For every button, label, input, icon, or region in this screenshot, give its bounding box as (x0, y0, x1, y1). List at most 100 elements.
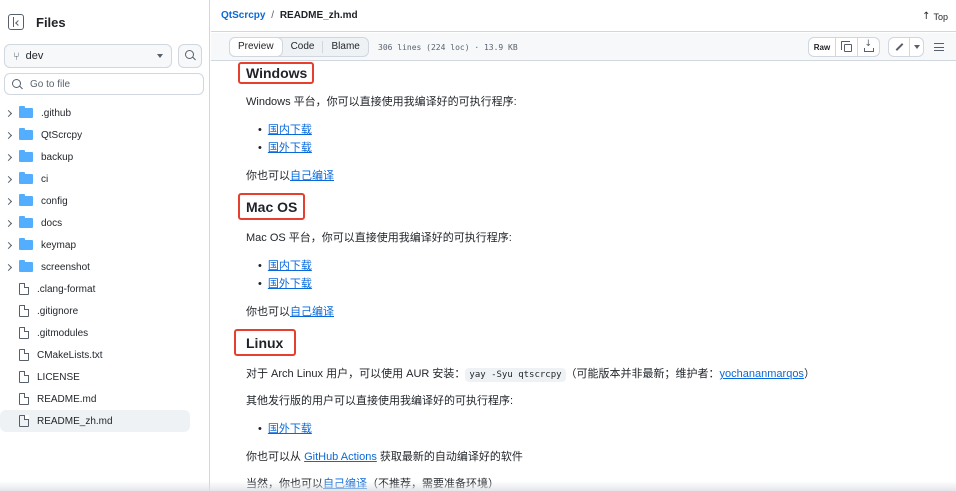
chevron-right-icon[interactable] (4, 219, 13, 227)
heading-windows: Windows (246, 65, 308, 81)
folder-icon (19, 128, 33, 140)
maintainer-link[interactable]: yochananmarqos (720, 368, 804, 380)
list-item: 国内下载 (258, 257, 312, 273)
tree-item-github[interactable]: .github (0, 102, 190, 124)
folder-icon (19, 172, 33, 184)
folder-icon (19, 150, 33, 162)
tree-item-label: ci (41, 173, 49, 185)
collapse-sidebar-icon[interactable] (8, 14, 24, 30)
copy-raw-button[interactable] (836, 37, 858, 57)
search-files-button[interactable] (178, 44, 202, 68)
raw-button[interactable]: Raw (808, 37, 836, 57)
list-item: 国内下载 (258, 121, 312, 137)
tree-item-label: keymap (41, 239, 77, 251)
file-icon (19, 415, 29, 427)
tree-item-docs[interactable]: docs (0, 212, 190, 234)
folder-icon (19, 106, 33, 118)
back-to-top-button[interactable]: ↑ Top (922, 11, 948, 22)
tree-item-ci[interactable]: ci (0, 168, 190, 190)
tab-code[interactable]: Code (283, 38, 323, 56)
tree-item-label: .clang-format (37, 283, 96, 295)
tree-item-label: backup (41, 151, 74, 163)
edit-file-button[interactable] (888, 37, 910, 57)
tree-item-label: screenshot (41, 261, 90, 273)
edit-options-button[interactable] (910, 37, 924, 57)
download-link-domestic[interactable]: 国内下载 (268, 260, 312, 272)
download-link-overseas[interactable]: 国外下载 (268, 142, 312, 154)
text: 对于 Arch Linux 用户，可以使用 AUR 安装： (246, 368, 466, 380)
breadcrumb: QtScrcpy / README_zh.md (221, 10, 358, 21)
tab-preview[interactable]: Preview (229, 37, 283, 57)
tree-item-label: README.md (37, 393, 97, 405)
list-item: 国外下载 (258, 420, 312, 436)
tree-item-cmakelists[interactable]: CMakeLists.txt (0, 344, 190, 366)
tree-item-gitmodules[interactable]: .gitmodules (0, 322, 190, 344)
chevron-right-icon[interactable] (4, 241, 13, 249)
file-actions: Raw (808, 37, 950, 57)
chevron-right-icon[interactable] (4, 263, 13, 271)
chevron-right-icon[interactable] (4, 197, 13, 205)
build-yourself-link[interactable]: 自己编译 (290, 170, 334, 182)
file-icon (19, 393, 29, 405)
tree-item-clang-format[interactable]: .clang-format (0, 278, 190, 300)
tree-item-readme[interactable]: README.md (0, 388, 190, 410)
chevron-right-icon[interactable] (4, 153, 13, 161)
heading-linux: Linux (246, 335, 284, 351)
chevron-right-icon[interactable] (4, 175, 13, 183)
tree-item-gitignore[interactable]: .gitignore (0, 300, 190, 322)
tree-item-label: .gitmodules (37, 327, 89, 339)
file-info: 306 lines (224 loc) · 13.9 KB (378, 43, 518, 52)
download-link-domestic[interactable]: 国内下载 (268, 124, 312, 136)
breadcrumb-repo-link[interactable]: QtScrcpy (221, 10, 265, 21)
folder-icon (19, 194, 33, 206)
text: 你也可以 (246, 306, 290, 318)
search-icon (12, 78, 23, 90)
chevron-right-icon[interactable] (4, 131, 13, 139)
branch-selector[interactable]: ⑂ dev (4, 44, 172, 68)
sidebar-title: Files (36, 14, 66, 30)
file-view: QtScrcpy / README_zh.md ↑ Top Preview Co… (211, 0, 956, 491)
git-branch-icon: ⑂ (13, 49, 20, 63)
paragraph: 你也可以自己编译 (246, 303, 334, 319)
download-link-overseas[interactable]: 国外下载 (268, 278, 312, 290)
file-icon (19, 283, 29, 295)
text: 获取最新的自动编译好的软件 (376, 451, 523, 463)
go-to-file-input[interactable] (30, 78, 190, 90)
chevron-down-icon (913, 45, 920, 49)
text: ） (803, 368, 815, 380)
download-link-overseas[interactable]: 国外下载 (268, 423, 312, 435)
inline-code: yay -Syu qtscrcpy (465, 368, 566, 382)
tree-item-screenshot[interactable]: screenshot (0, 256, 190, 278)
tree-item-readme-zh[interactable]: README_zh.md (0, 410, 190, 432)
view-mode-toggle: Preview Code Blame (229, 37, 369, 57)
file-icon (19, 327, 29, 339)
file-icon (19, 371, 29, 383)
chevron-right-icon[interactable] (4, 109, 13, 117)
tree-item-backup[interactable]: backup (0, 146, 190, 168)
branch-name: dev (25, 50, 44, 62)
folder-icon (19, 238, 33, 250)
tree-item-config[interactable]: config (0, 190, 190, 212)
go-to-file-field[interactable] (4, 73, 204, 95)
tree-item-label: README_zh.md (37, 415, 113, 427)
tree-item-keymap[interactable]: keymap (0, 234, 190, 256)
tree-item-label: .github (41, 107, 72, 119)
paragraph: 你也可以从 GitHub Actions 获取最新的自动编译好的软件 (246, 448, 523, 464)
tree-item-label: config (41, 195, 68, 207)
tree-item-qtscrcpy[interactable]: QtScrcpy (0, 124, 190, 146)
markdown-body: Windows Windows 平台，你可以直接使用我编译好的可执行程序: 国内… (211, 62, 956, 491)
paragraph: 其他发行版的用户可以直接使用我编译好的可执行程序: (246, 395, 514, 407)
breadcrumb-file: README_zh.md (279, 10, 358, 21)
file-tree-sidebar: Files ⑂ dev .github QtScrcpy backup (0, 0, 210, 491)
tree-item-license[interactable]: LICENSE (0, 366, 190, 388)
outline-button[interactable] (928, 37, 950, 57)
search-icon (185, 50, 196, 61)
arrow-up-icon: ↑ (922, 11, 931, 22)
file-header: QtScrcpy / README_zh.md ↑ Top (211, 0, 956, 32)
download-raw-button[interactable] (858, 37, 880, 57)
tab-blame[interactable]: Blame (323, 38, 367, 56)
heading-macos: Mac OS (246, 199, 298, 215)
build-yourself-link[interactable]: 自己编译 (290, 306, 334, 318)
bottom-fade (0, 481, 956, 491)
github-actions-link[interactable]: GitHub Actions (304, 451, 377, 463)
